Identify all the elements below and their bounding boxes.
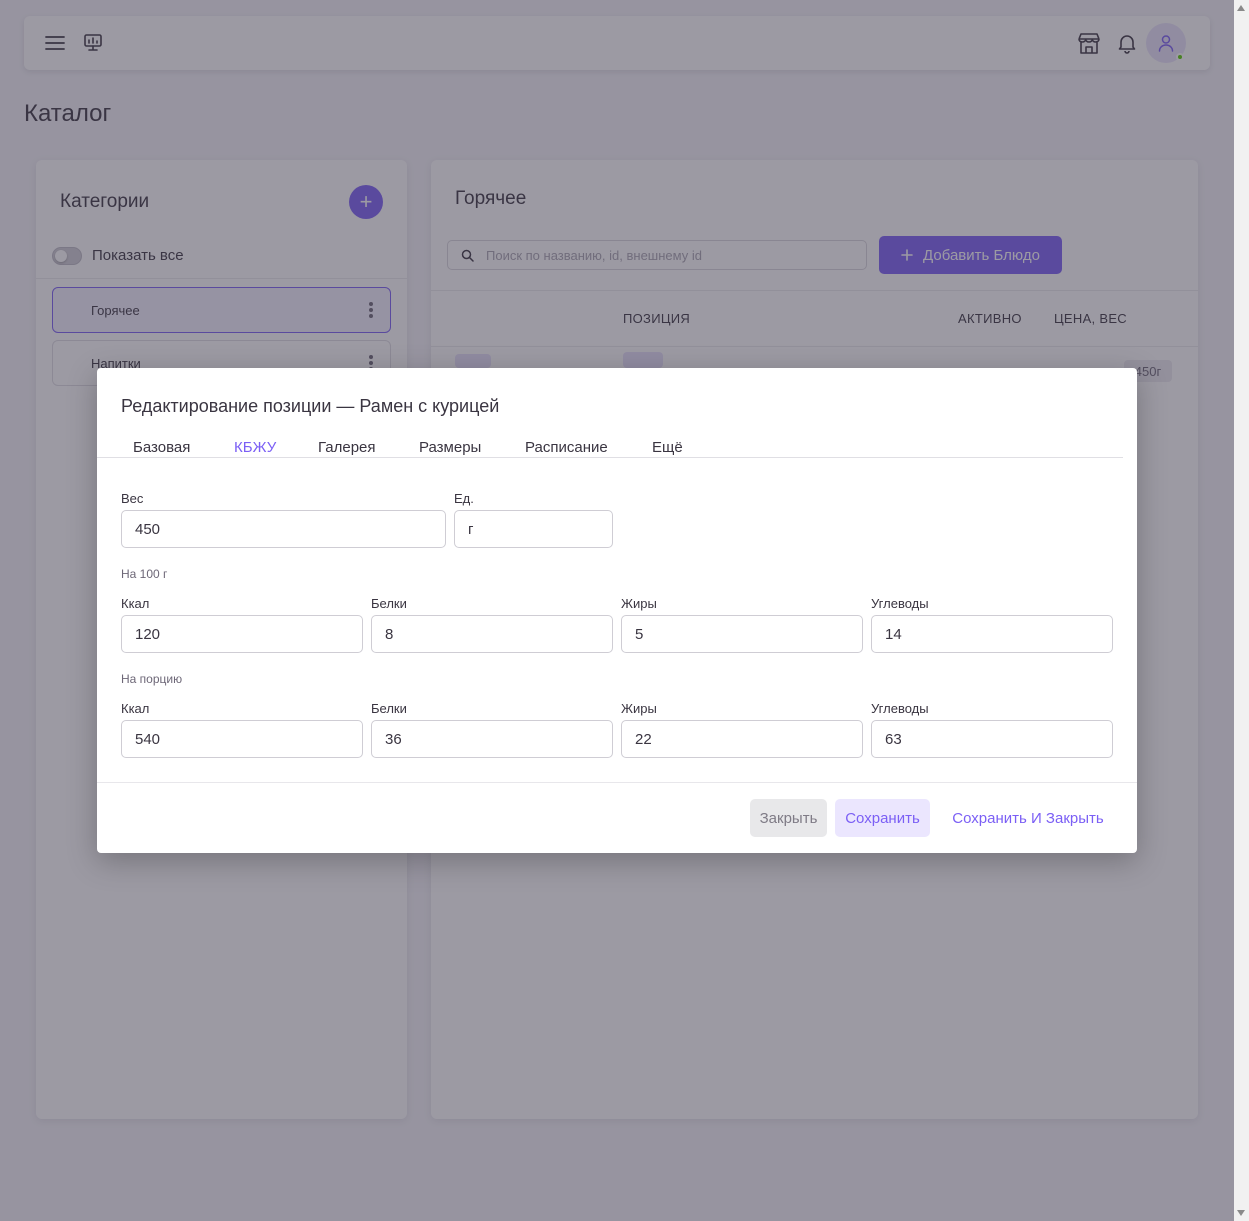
- tab-basic[interactable]: Базовая: [133, 439, 190, 456]
- unit-label: Ед.: [454, 491, 474, 506]
- per-portion-protein-input[interactable]: [371, 720, 613, 758]
- weight-input[interactable]: [121, 510, 446, 548]
- per-100g-protein-label: Белки: [371, 596, 407, 611]
- per-100g-fat-label: Жиры: [621, 596, 657, 611]
- tab-more[interactable]: Ещё: [652, 439, 683, 456]
- per-portion-section-title: На порцию: [121, 672, 183, 686]
- page: Каталог Категории + Показать все Горячее…: [0, 0, 1234, 1221]
- weight-label: Вес: [121, 491, 144, 506]
- per-100g-section-title: На 100 г: [121, 567, 168, 581]
- tab-gallery[interactable]: Галерея: [318, 439, 376, 456]
- dialog-footer-divider: [97, 782, 1137, 783]
- dialog-title: Редактирование позиции — Рамен с курицей: [121, 396, 500, 416]
- per-100g-kcal-input[interactable]: [121, 615, 363, 653]
- per-100g-fat-input[interactable]: [621, 615, 863, 653]
- unit-input[interactable]: [454, 510, 613, 548]
- tab-sizes[interactable]: Размеры: [419, 439, 481, 456]
- tab-nutrition[interactable]: КБЖУ: [234, 439, 276, 456]
- page-scrollbar[interactable]: [1234, 0, 1249, 1221]
- tabs-divider: [97, 457, 1123, 458]
- per-100g-protein-input[interactable]: [371, 615, 613, 653]
- per-portion-fat-input[interactable]: [621, 720, 863, 758]
- close-button[interactable]: Закрыть: [750, 799, 827, 837]
- save-and-close-button[interactable]: Сохранить И Закрыть: [942, 799, 1114, 837]
- per-portion-protein-label: Белки: [371, 701, 407, 716]
- per-portion-carbs-label: Углеводы: [871, 701, 929, 716]
- per-portion-carbs-input[interactable]: [871, 720, 1113, 758]
- dialog-tabs: Базовая КБЖУ Галерея Размеры Расписание …: [97, 434, 1137, 459]
- tab-schedule[interactable]: Расписание: [525, 439, 608, 456]
- scroll-up-arrow-icon[interactable]: [1237, 5, 1245, 11]
- edit-item-dialog: Редактирование позиции — Рамен с курицей…: [97, 368, 1137, 853]
- per-100g-kcal-label: Ккал: [121, 596, 150, 611]
- scroll-down-arrow-icon[interactable]: [1237, 1210, 1245, 1216]
- save-button[interactable]: Сохранить: [835, 799, 930, 837]
- per-portion-fat-label: Жиры: [621, 701, 657, 716]
- per-100g-carbs-input[interactable]: [871, 615, 1113, 653]
- per-portion-kcal-label: Ккал: [121, 701, 150, 716]
- per-100g-carbs-label: Углеводы: [871, 596, 929, 611]
- per-portion-kcal-input[interactable]: [121, 720, 363, 758]
